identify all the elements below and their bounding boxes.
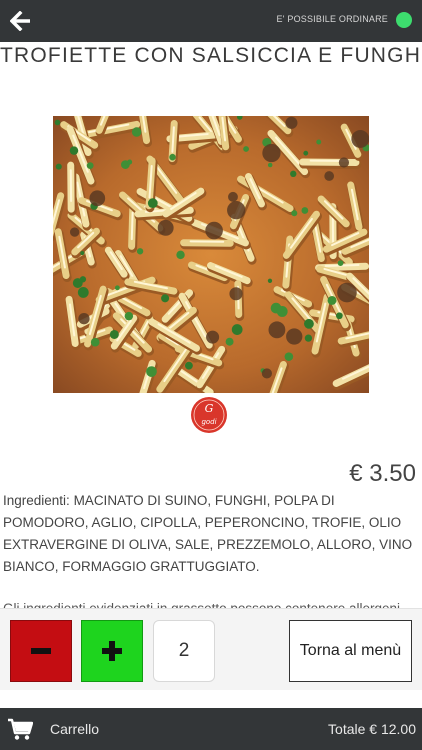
minus-icon xyxy=(31,648,51,654)
order-status-text: E' POSSIBILE ORDINARE xyxy=(276,14,388,24)
increase-quantity-button[interactable] xyxy=(81,620,143,682)
order-status-indicator xyxy=(396,12,412,28)
back-button[interactable] xyxy=(8,8,34,34)
quantity-value: 2 xyxy=(153,620,215,682)
ingredients-label: Ingredienti: xyxy=(3,493,70,508)
decrease-quantity-button[interactable] xyxy=(10,620,72,682)
product-title: TROFIETTE CON SALSICCIA E FUNGHI xyxy=(0,44,422,67)
cart-link[interactable]: Carrello xyxy=(50,721,99,737)
quantity-controls: 2 Torna al menù xyxy=(0,608,422,690)
product-price: € 3.50 xyxy=(349,460,416,487)
arrow-left-icon xyxy=(10,11,30,31)
top-bar: E' POSSIBILE ORDINARE xyxy=(0,0,422,42)
cart-icon[interactable] xyxy=(7,717,33,741)
svg-text:godi: godi xyxy=(201,418,216,426)
cart-total: Totale € 12.00 xyxy=(328,721,416,737)
ingredients-text: Ingredienti: MACINATO DI SUINO, FUNGHI, … xyxy=(3,490,415,578)
brand-logo: G godi xyxy=(191,397,227,433)
svg-text:G: G xyxy=(205,402,214,415)
back-to-menu-button[interactable]: Torna al menù xyxy=(289,620,412,682)
plus-icon xyxy=(102,641,122,661)
product-photo xyxy=(53,116,369,393)
bottom-bar: Carrello Totale € 12.00 xyxy=(0,708,422,750)
